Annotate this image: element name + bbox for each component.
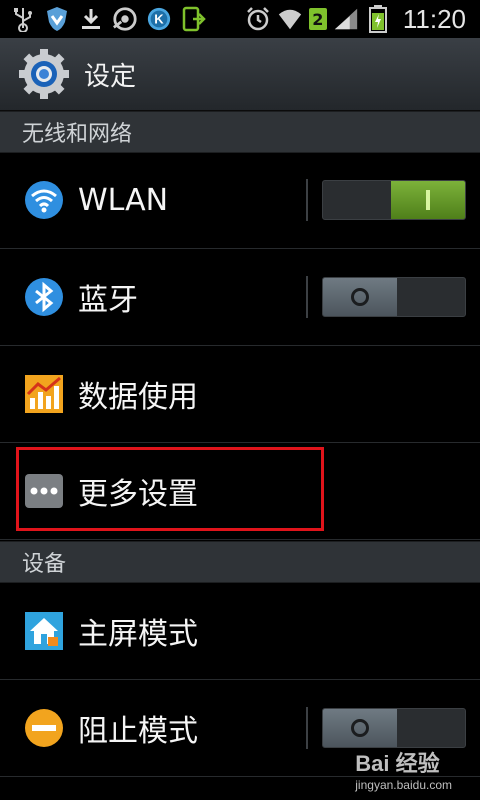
row-label: 阻止模式 [78,714,198,749]
battery-icon [365,5,391,33]
alarm-icon [245,6,271,32]
wifi-icon [277,6,303,32]
bluetooth-icon [24,277,64,317]
row-label: 主屏模式 [78,617,198,652]
title-bar: 设定 [0,38,480,112]
section-label: 设备 [22,552,67,577]
watermark: Bai 经验 jingyan.baidu.com [355,746,452,792]
block-mode-toggle[interactable] [322,708,466,748]
wifi-icon [24,180,64,220]
divider [306,707,308,749]
row-label: WLAN [78,182,169,218]
watermark-sub: jingyan.baidu.com [355,778,452,792]
toggle-on-thumb [391,181,465,219]
settings-row-home-mode[interactable]: 主屏模式 [0,583,480,680]
block-mode-icon [24,708,64,748]
shield-icon [44,6,70,32]
divider [306,179,308,221]
watermark-main: Bai 经验 [355,751,440,776]
status-bar: K 2 11:20 [0,0,480,38]
bluetooth-toggle[interactable] [322,277,466,317]
section-header-device: 设备 [0,541,480,583]
svg-text:K: K [154,12,164,27]
section-label: 无线和网络 [22,122,133,147]
settings-row-data-usage[interactable]: 数据使用 [0,346,480,443]
highlight-box [16,447,324,531]
row-label: 数据使用 [78,380,198,415]
k-app-icon: K [146,6,172,32]
install-icon [180,6,206,32]
settings-row-wlan[interactable]: WLAN [0,152,480,249]
settings-row-bluetooth[interactable]: 蓝牙 [0,249,480,346]
section-header-wireless: 无线和网络 [0,111,480,153]
page-title: 设定 [84,61,137,92]
signal-icon [333,6,359,32]
data-usage-chart-icon [24,374,64,414]
row-label: 蓝牙 [78,283,138,318]
usb-icon [10,6,36,32]
toggle-off-thumb [323,278,397,316]
headset-icon [112,6,138,32]
download-icon [78,6,104,32]
toggle-off-thumb [323,709,397,747]
settings-gear-icon[interactable] [18,48,70,100]
wlan-toggle[interactable] [322,180,466,220]
divider [306,276,308,318]
sim-badge: 2 [308,8,327,30]
home-mode-icon [24,611,64,651]
clock: 11:20 [402,3,466,34]
